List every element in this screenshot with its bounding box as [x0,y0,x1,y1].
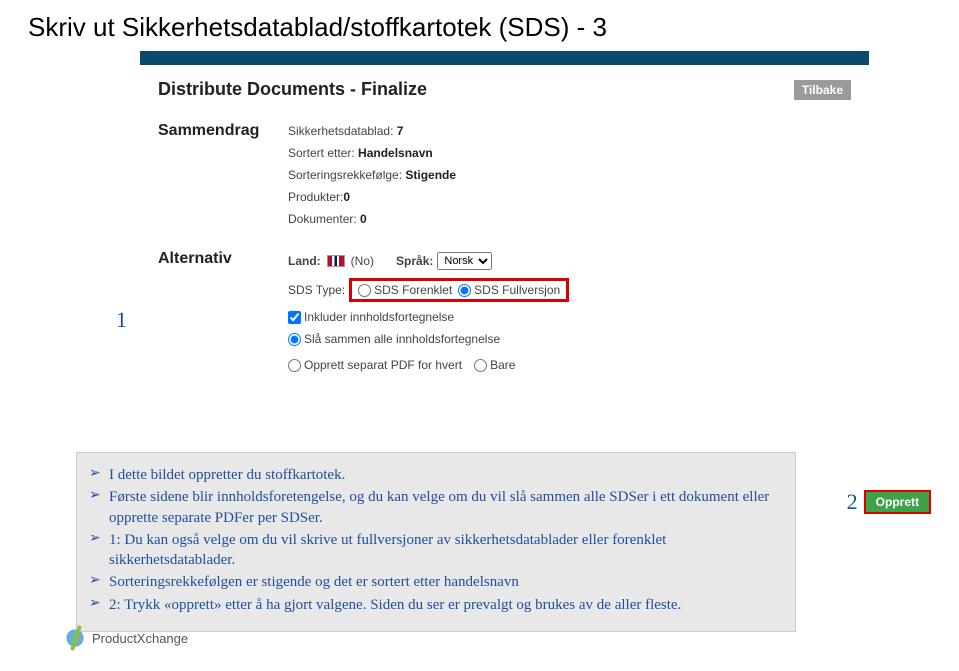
note-item: Sorteringsrekkefølgen er stigende og det… [89,572,783,592]
summary-documents: Dokumenter: 0 [288,208,851,230]
land-row: Land: (No) Språk: Norsk [288,248,851,274]
sprak-label: Språk: [396,254,433,268]
note-item: 1: Du kan også velge om du vil skrive ut… [89,530,783,571]
pdf-separate-radio[interactable] [288,359,301,372]
callout-marker-1: 1 [116,307,127,333]
sds-type-highlight: SDS Forenklet SDS Fullversjon [349,278,569,302]
summary-sds: Sikkerhetsdatablad: 7 [288,120,851,142]
land-label: Land: [288,254,321,268]
include-toc-row: Inkluder innholdsfortegnelse [288,306,851,328]
summary-products-value: 0 [343,190,350,204]
sds-type-label: SDS Type: [288,283,345,297]
include-toc-checkbox[interactable] [288,311,301,324]
language-select[interactable]: Norsk [437,252,492,270]
sds-fullversjon-radio[interactable] [458,284,471,297]
summary-products: Produkter:0 [288,186,851,208]
page-title: Skriv ut Sikkerhetsdatablad/stoffkartote… [0,0,959,51]
logo-icon [64,627,86,649]
pdf-merge-option[interactable]: Slå sammen alle innholdsfortegnelse [288,332,500,346]
note-item: 2: Trykk «opprett» etter å ha gjort valg… [89,595,783,615]
pdf-bare-option[interactable]: Bare [474,358,515,372]
summary-label: Sammendrag [158,120,288,230]
pdf-merge-radio[interactable] [288,333,301,346]
flag-icon [327,255,345,267]
land-value: (No) [351,254,374,268]
alternative-label: Alternativ [158,248,288,376]
pdf-merge-label: Slå sammen alle innholdsfortegnelse [304,332,500,346]
summary-sorted: Sortert etter: Handelsnavn [288,142,851,164]
summary-order: Sorteringsrekkefølge: Stigende [288,164,851,186]
callout-number-2: 2 [847,489,858,515]
productxchange-logo: ProductXchange [64,627,188,649]
app-header: Distribute Documents - Finalize Tilbake [140,65,869,100]
summary-sds-value: 7 [397,124,404,138]
summary-section: Sammendrag Sikkerhetsdatablad: 7 Sortert… [158,120,851,230]
pdf-options-row: Slå sammen alle innholdsfortegnelse Oppr… [288,328,648,376]
logo-text: ProductXchange [92,631,188,646]
summary-documents-value: 0 [360,212,367,226]
pdf-bare-radio[interactable] [474,359,487,372]
pdf-separate-option[interactable]: Opprett separat PDF for hvert [288,358,462,372]
note-item: I dette bildet oppretter du stoffkartote… [89,465,783,485]
notes-box: I dette bildet oppretter du stoffkartote… [76,452,796,632]
note-item: Første sidene blir innholdsforetengelse,… [89,487,783,528]
alternative-section: Alternativ Land: (No) Språk: Norsk SDS T… [158,248,851,376]
sds-forenklet-option[interactable]: SDS Forenklet [358,283,452,297]
sds-forenklet-radio[interactable] [358,284,371,297]
summary-order-value: Stigende [405,168,456,182]
back-button[interactable]: Tilbake [794,80,851,100]
summary-order-label: Sorteringsrekkefølge: [288,168,405,182]
sds-fullversjon-option[interactable]: SDS Fullversjon [458,283,560,297]
summary-products-label: Produkter: [288,190,343,204]
summary-sorted-label: Sortert etter: [288,146,358,160]
pdf-separate-label: Opprett separat PDF for hvert [304,358,462,372]
include-toc-option[interactable]: Inkluder innholdsfortegnelse [288,310,454,324]
app-heading: Distribute Documents - Finalize [158,79,427,100]
opprett-button[interactable]: Opprett [864,490,931,514]
sds-type-row: SDS Type: SDS Forenklet SDS Fullversjon [288,274,851,306]
callout-marker-2: 2 Opprett [847,489,931,515]
summary-sorted-value: Handelsnavn [358,146,433,160]
app-window: Distribute Documents - Finalize Tilbake … [140,51,869,390]
sds-fullversjon-label: SDS Fullversjon [474,283,560,297]
summary-documents-label: Dokumenter: [288,212,360,226]
include-toc-label: Inkluder innholdsfortegnelse [304,310,454,324]
summary-sds-label: Sikkerhetsdatablad: [288,124,397,138]
pdf-bare-label: Bare [490,358,515,372]
sds-forenklet-label: SDS Forenklet [374,283,452,297]
